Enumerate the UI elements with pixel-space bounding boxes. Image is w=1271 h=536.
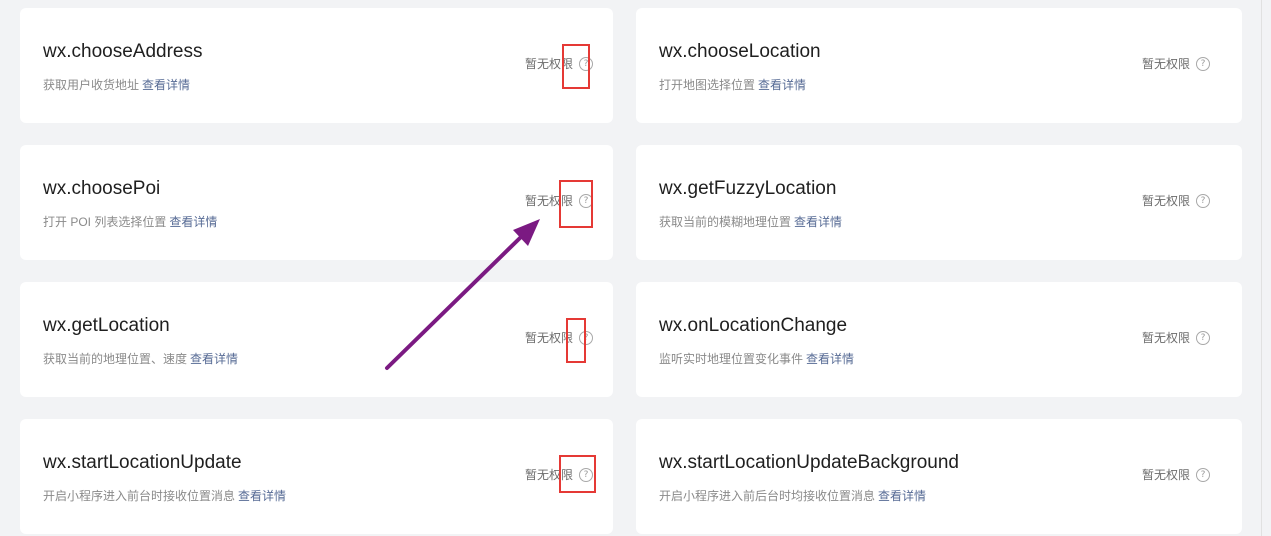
scrollbar-track[interactable]	[1261, 0, 1271, 536]
annotation-arrow	[385, 219, 540, 370]
